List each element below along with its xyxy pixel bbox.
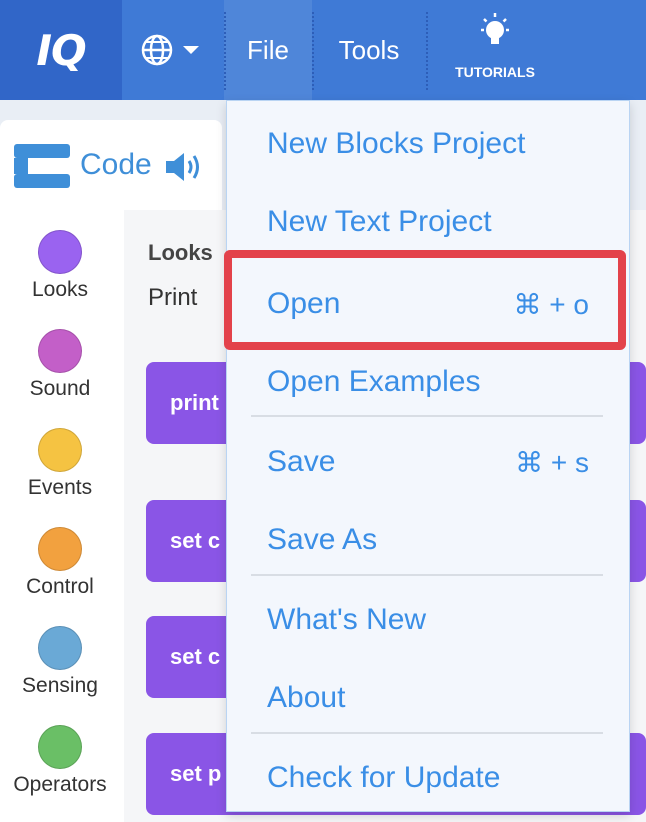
- category-events[interactable]: Events: [0, 428, 120, 500]
- globe-icon: [141, 34, 173, 66]
- category-list: Looks Sound Events Control Sensing Opera…: [0, 210, 124, 822]
- menu-item-about[interactable]: About: [267, 673, 589, 723]
- tutorials-label: TUTORIALS: [455, 64, 535, 80]
- category-label: Operators: [13, 773, 107, 796]
- menu-divider: [251, 415, 603, 417]
- file-dropdown-menu: New Blocks Project New Text Project Open…: [226, 100, 630, 812]
- file-menu-label: File: [247, 34, 289, 65]
- vex-iq-logo[interactable]: IQ: [0, 0, 122, 100]
- menu-item-label: New Blocks Project: [267, 127, 526, 160]
- block-label: print: [170, 390, 219, 415]
- menu-item-label: What's New: [267, 603, 427, 636]
- category-looks[interactable]: Looks: [0, 230, 120, 302]
- menu-item-check-for-update[interactable]: Check for Update: [267, 753, 589, 803]
- speaker-icon[interactable]: [164, 150, 204, 184]
- menu-item-new-text-project[interactable]: New Text Project: [267, 197, 589, 247]
- menu-item-label: Check for Update: [267, 761, 501, 794]
- menu-item-new-blocks-project[interactable]: New Blocks Project: [267, 119, 589, 169]
- category-label: Looks: [31, 278, 89, 301]
- block-label: set c: [170, 644, 221, 669]
- palette-section-title: Looks: [148, 240, 213, 265]
- block-label: set p: [170, 761, 222, 786]
- file-menu-button[interactable]: File: [224, 0, 312, 100]
- code-blocks-icon: [14, 144, 70, 188]
- chevron-down-icon: [183, 46, 199, 54]
- tools-menu-label: Tools: [338, 34, 400, 65]
- menu-item-shortcut: ⌘ + s: [515, 446, 589, 478]
- lightbulb-icon: [481, 13, 509, 44]
- category-operators[interactable]: Operators: [0, 725, 120, 797]
- category-sensing[interactable]: Sensing: [0, 626, 120, 698]
- tools-menu-button[interactable]: Tools: [314, 0, 424, 100]
- menu-item-label: Save As: [267, 523, 378, 556]
- top-bar: IQ File Tools TUTORIALS: [0, 0, 646, 100]
- menu-item-label: Save: [267, 445, 336, 478]
- language-menu-button[interactable]: [140, 30, 210, 70]
- menu-item-open-examples[interactable]: Open Examples: [267, 357, 589, 407]
- category-dot: [38, 329, 82, 373]
- category-control[interactable]: Control: [0, 527, 120, 599]
- tutorials-button[interactable]: TUTORIALS: [430, 0, 560, 100]
- logo-text: IQ: [36, 25, 86, 75]
- block-label: set c: [170, 528, 221, 553]
- menu-item-label: Open Examples: [267, 365, 481, 398]
- menu-item-whats-new[interactable]: What's New: [267, 595, 589, 645]
- divider: [426, 12, 428, 90]
- category-label: Sensing: [22, 674, 98, 697]
- category-label: Control: [26, 575, 94, 598]
- menu-divider: [251, 574, 603, 576]
- category-dot: [38, 527, 82, 571]
- palette-subsection-title: Print: [148, 284, 198, 311]
- code-tab-label: Code: [80, 148, 152, 181]
- menu-item-label: About: [267, 681, 346, 714]
- category-dot: [38, 725, 82, 769]
- menu-item-save-as[interactable]: Save As: [267, 515, 589, 565]
- divider: [224, 12, 226, 90]
- category-label: Events: [27, 476, 93, 499]
- category-label: Sound: [29, 377, 91, 400]
- open-highlight-box: [224, 250, 626, 350]
- menu-item-save[interactable]: Save ⌘ + s: [267, 437, 589, 487]
- category-dot: [38, 428, 82, 472]
- code-tab[interactable]: Code: [0, 120, 222, 210]
- menu-item-label: New Text Project: [267, 205, 492, 238]
- category-dot: [38, 230, 82, 274]
- menu-divider: [251, 732, 603, 734]
- category-sound[interactable]: Sound: [0, 329, 120, 401]
- category-dot: [38, 626, 82, 670]
